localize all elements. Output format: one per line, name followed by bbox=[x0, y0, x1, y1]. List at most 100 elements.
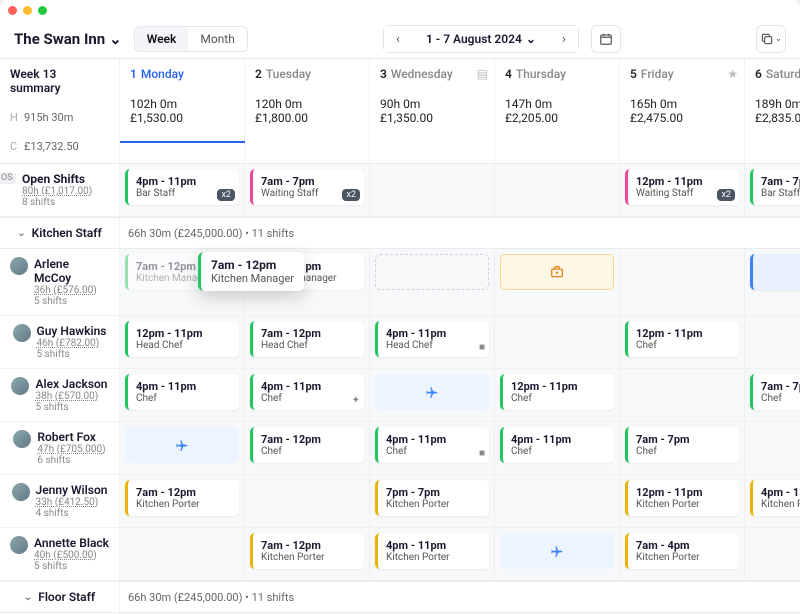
day-cell[interactable]: 12pm - 11pmChef bbox=[620, 316, 745, 369]
shift-card[interactable]: 4pm - 11pmChef bbox=[500, 427, 614, 463]
venue-selector[interactable]: The Swan Inn ⌄ bbox=[14, 30, 122, 48]
staff-side[interactable]: Jenny Wilson33h (£412.50)4 shifts bbox=[0, 475, 120, 528]
shift-card[interactable]: 4pm - 11pmChef✦ bbox=[250, 374, 364, 410]
day-cell[interactable] bbox=[120, 528, 245, 581]
day-cell[interactable] bbox=[495, 475, 620, 528]
day-header-wednesday[interactable]: 3Wednesday▤90h 0m£1,350.00 bbox=[370, 59, 495, 163]
day-cell[interactable] bbox=[370, 369, 495, 422]
staff-side[interactable]: Arlene McCoy36h (£576.00)5 shifts bbox=[0, 249, 120, 316]
day-cell[interactable]: 4pm - 11pmKitchen Porter bbox=[370, 528, 495, 581]
view-month-button[interactable]: Month bbox=[188, 27, 246, 51]
away-indicator[interactable] bbox=[125, 427, 239, 463]
shift-card[interactable]: 4pm - 11pmKitchen Porter bbox=[375, 533, 489, 569]
shift-card[interactable]: 7am - 12pmChef bbox=[250, 427, 364, 463]
shift-card[interactable]: 12pm - 11pmChef bbox=[500, 374, 614, 410]
copy-button[interactable]: ⌄ bbox=[756, 25, 786, 53]
day-cell[interactable]: 4pm - 11pmChef bbox=[120, 369, 245, 422]
staff-side[interactable]: Robert Fox47h (£705.000)6 shifts bbox=[0, 422, 120, 475]
shift-count-badge: x2 bbox=[717, 189, 735, 201]
shift-time: 7am - 12pm bbox=[261, 327, 358, 340]
day-cell[interactable]: 7pm - 7pmKitchen Porter bbox=[370, 475, 495, 528]
shift-card[interactable]: 12pm - 11pmKitchen Porter bbox=[625, 480, 739, 516]
day-cell[interactable] bbox=[495, 316, 620, 369]
shift-card[interactable]: 4pm - 11pmBar Staffx2 bbox=[125, 169, 239, 205]
day-cell[interactable] bbox=[620, 369, 745, 422]
day-cell[interactable]: 7am - 12pmKitchen Porter bbox=[120, 475, 245, 528]
day-cell[interactable]: 7am - 12pmChef bbox=[245, 422, 370, 475]
day-cell[interactable]: ⇄ bbox=[745, 249, 800, 316]
day-cell[interactable]: 12pm - 11pmWaiting Staffx2 bbox=[620, 164, 745, 217]
shift-time: 7am - 12pm bbox=[261, 539, 358, 552]
day-cell[interactable]: 7am - 7pmBar Staff bbox=[745, 164, 800, 217]
day-cell[interactable] bbox=[495, 528, 620, 581]
shift-card[interactable]: 4pm - 11pmChef■ bbox=[375, 427, 489, 463]
day-cell[interactable]: 7am - 12pmKitchen Porter bbox=[245, 528, 370, 581]
shift-card[interactable]: 7am - 4pmKitchen Porter bbox=[625, 533, 739, 569]
shift-card[interactable]: 4pm - 11pmChef bbox=[125, 374, 239, 410]
group-toggle-floor[interactable]: ⌄Floor Staff bbox=[0, 581, 120, 613]
day-cell[interactable]: 7am - 7pmWaiting Staffx2 bbox=[245, 164, 370, 217]
shift-card[interactable]: 7am - 7pmWaiting Staffx2 bbox=[250, 169, 364, 205]
shift-card[interactable]: 12pm - 11pmHead Chef bbox=[125, 321, 239, 357]
calendar-button[interactable] bbox=[591, 25, 621, 53]
shift-card[interactable]: 7am - 7pmChef bbox=[750, 374, 800, 410]
day-header-monday[interactable]: 1Monday102h 0m£1,530.00 bbox=[120, 59, 245, 163]
shift-role: Chef bbox=[136, 393, 233, 404]
day-header-tuesday[interactable]: 2Tuesday120h 0m£1,800.00 bbox=[245, 59, 370, 163]
day-cell[interactable]: 4pm - 11pmChef■ bbox=[370, 422, 495, 475]
shift-card[interactable]: 7am - 7pmChef bbox=[625, 427, 739, 463]
day-cell[interactable] bbox=[120, 422, 245, 475]
shift-card[interactable]: 7am - 12pmKitchen Porter bbox=[125, 480, 239, 516]
day-cell[interactable]: 12pm - 11pmChef bbox=[495, 369, 620, 422]
shift-card[interactable]: 7am - 12pmHead Chef bbox=[250, 321, 364, 357]
minimize-dot[interactable] bbox=[23, 6, 32, 15]
zoom-dot[interactable] bbox=[38, 6, 47, 15]
shift-card[interactable]: 7am - 12pmKitchen Porter bbox=[250, 533, 364, 569]
pending-shift[interactable] bbox=[500, 254, 614, 290]
day-header-saturday[interactable]: 6Saturday189h 0m£2,835.00 bbox=[745, 59, 800, 163]
staff-side[interactable]: Annette Black40h (£500.00)5 shifts bbox=[0, 528, 120, 581]
shift-card[interactable]: 4pm - 11pmKitchen Porter bbox=[750, 480, 800, 516]
view-week-button[interactable]: Week bbox=[135, 27, 189, 51]
away-indicator[interactable] bbox=[375, 374, 489, 410]
day-cell[interactable] bbox=[245, 475, 370, 528]
day-cell[interactable] bbox=[495, 164, 620, 217]
staff-side[interactable]: Guy Hawkins46h (£782.00)5 shifts bbox=[0, 316, 120, 369]
prev-week-button[interactable]: ‹ bbox=[384, 26, 412, 52]
day-cell[interactable]: 4pm - 11pmChef✦ bbox=[245, 369, 370, 422]
day-cell[interactable] bbox=[745, 316, 800, 369]
day-cell[interactable]: 7am - 4pmKitchen Porter bbox=[620, 528, 745, 581]
day-cell[interactable] bbox=[620, 249, 745, 316]
day-cell[interactable]: 4pm - 11pmKitchen Porter bbox=[745, 475, 800, 528]
group-toggle-kitchen[interactable]: ⌄Kitchen Staff bbox=[0, 217, 120, 249]
dragging-shift-card[interactable]: 7am - 12pm Kitchen Manager bbox=[198, 252, 304, 291]
day-cell[interactable] bbox=[745, 528, 800, 581]
day-cell[interactable]: 7am - 12pmHead Chef bbox=[245, 316, 370, 369]
shift-card[interactable]: 7pm - 7pmKitchen Porter bbox=[375, 480, 489, 516]
shift-time: 7am - 7pm bbox=[761, 175, 800, 188]
day-cell[interactable]: 7am - 7pmChef bbox=[620, 422, 745, 475]
day-cell[interactable]: 4pm - 11pmBar Staffx2 bbox=[120, 164, 245, 217]
day-cell[interactable] bbox=[370, 164, 495, 217]
close-dot[interactable] bbox=[8, 6, 17, 15]
day-cell[interactable]: 4pm - 11pmHead Chef■ bbox=[370, 316, 495, 369]
shift-card[interactable]: 7am - 7pmBar Staff bbox=[750, 169, 800, 205]
day-cell[interactable]: 12pm - 11pmHead Chef bbox=[120, 316, 245, 369]
shift-card[interactable]: 4pm - 11pmHead Chef■ bbox=[375, 321, 489, 357]
day-header-friday[interactable]: 5Friday★165h 0m£2,475.00 bbox=[620, 59, 745, 163]
day-cell[interactable] bbox=[745, 422, 800, 475]
staff-side[interactable]: Alex Jackson38h (£570.00)5 shifts bbox=[0, 369, 120, 422]
day-cell[interactable] bbox=[370, 249, 495, 316]
away-indicator[interactable] bbox=[500, 533, 614, 569]
empty-shift-slot[interactable] bbox=[375, 254, 489, 290]
day-cell[interactable]: 12pm - 11pmKitchen Porter bbox=[620, 475, 745, 528]
shift-card[interactable]: ⇄ bbox=[750, 254, 800, 290]
shift-card[interactable]: 12pm - 11pmWaiting Staffx2 bbox=[625, 169, 739, 205]
day-cell[interactable] bbox=[495, 249, 620, 316]
next-week-button[interactable]: › bbox=[550, 26, 578, 52]
day-cell[interactable]: 7am - 7pmChef bbox=[745, 369, 800, 422]
date-range-label[interactable]: 1 - 7 August 2024 ⌄ bbox=[412, 32, 550, 46]
shift-card[interactable]: 12pm - 11pmChef bbox=[625, 321, 739, 357]
day-header-thursday[interactable]: 4Thursday147h 0m£2,205.00 bbox=[495, 59, 620, 163]
day-cell[interactable]: 4pm - 11pmChef bbox=[495, 422, 620, 475]
